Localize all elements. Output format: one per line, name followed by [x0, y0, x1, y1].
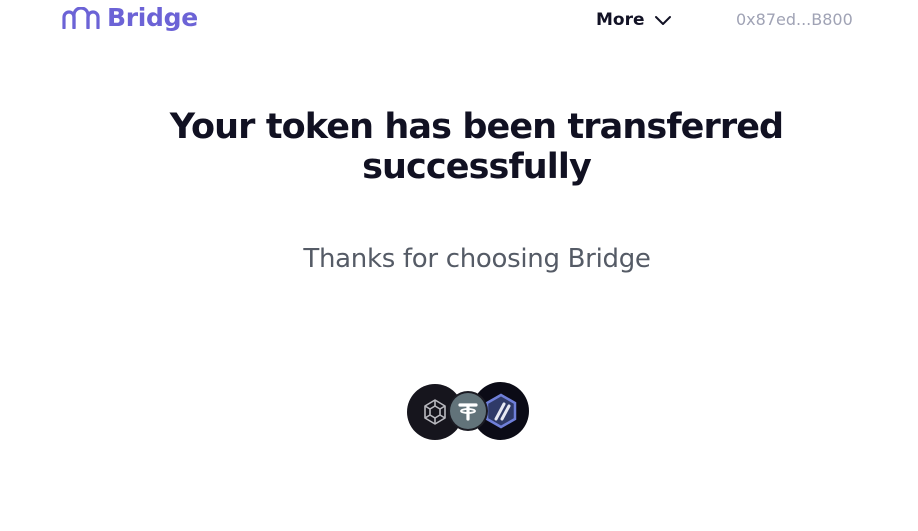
logo-text: Bridge: [107, 3, 198, 32]
more-label: More: [596, 10, 645, 30]
title-line-2: successfully: [362, 147, 592, 187]
more-menu-button[interactable]: More: [596, 9, 672, 31]
usdt-icon: [450, 393, 486, 429]
bridge-logo[interactable]: Bridge: [61, 4, 198, 32]
title-line-1: Your token has been transferred: [169, 107, 784, 147]
bridge-arches-icon: [62, 7, 100, 29]
token-icons-group: [407, 382, 529, 440]
success-title: Your token has been transferred successf…: [120, 107, 833, 187]
chevron-down-icon: [654, 15, 671, 25]
bridge-success-page: Bridge More 0x87ed...B800 Your token has…: [0, 0, 918, 531]
thanks-message: Thanks for choosing Bridge: [303, 244, 651, 274]
wallet-address-button[interactable]: 0x87ed...B800: [736, 9, 853, 31]
top-nav: Bridge More 0x87ed...B800: [0, 0, 918, 40]
